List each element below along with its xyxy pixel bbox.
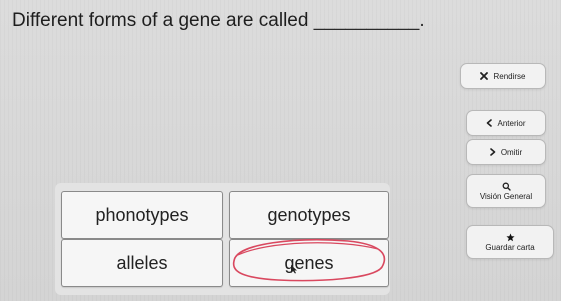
answer-label: phonotypes <box>95 204 189 225</box>
omitir-label: Omitir <box>500 147 523 157</box>
search-icon <box>502 182 511 191</box>
answer-alleles[interactable]: alleles <box>61 239 223 287</box>
omitir-button[interactable]: Omitir <box>466 139 546 165</box>
answer-options-panel: phonotypes genotypes alleles genes <box>55 183 390 295</box>
question-text: Different forms of a gene are called <box>12 10 309 31</box>
rendirse-label: Rendirse <box>493 71 526 81</box>
answer-label: alleles <box>116 252 168 273</box>
answer-genotypes[interactable]: genotypes <box>229 191 389 239</box>
vision-general-button[interactable]: Visión General <box>466 174 546 208</box>
question-prompt: Different forms of a gene are called ___… <box>12 10 425 32</box>
anterior-label: Anterior <box>497 118 526 128</box>
rendirse-button[interactable]: Rendirse <box>460 63 546 89</box>
guardar-carta-button[interactable]: Guardar carta <box>466 225 554 259</box>
mouse-cursor-icon <box>291 265 297 274</box>
vision-general-label: Visión General <box>479 191 533 201</box>
guardar-carta-label: Guardar carta <box>485 242 535 252</box>
answer-genes[interactable]: genes <box>229 239 389 287</box>
question-blank: __________. <box>313 10 425 31</box>
anterior-button[interactable]: Anterior <box>466 110 546 136</box>
chevron-right-icon <box>490 148 496 156</box>
star-icon <box>505 233 515 242</box>
answer-phonotypes[interactable]: phonotypes <box>61 191 223 239</box>
answer-label: genotypes <box>267 204 351 225</box>
chevron-left-icon <box>486 119 493 127</box>
x-icon <box>480 72 489 80</box>
